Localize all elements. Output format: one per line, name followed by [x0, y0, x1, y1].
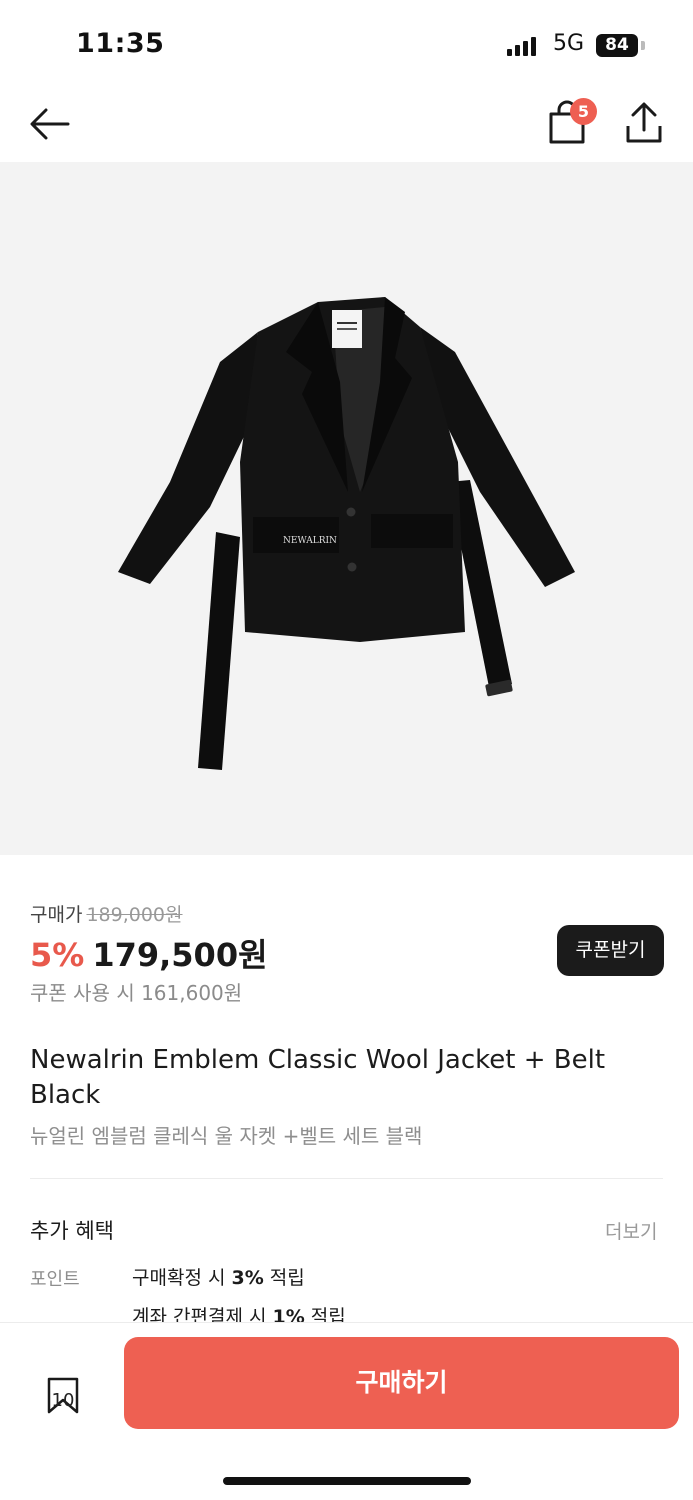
point-label: 포인트	[30, 1269, 80, 1290]
price-label: 구매가	[30, 904, 83, 926]
back-button[interactable]	[28, 102, 72, 146]
jacket-image: NEWALRIN	[118, 297, 575, 770]
price-label-row: 구매가 189,000원	[30, 900, 183, 927]
product-image[interactable]: NEWALRIN	[0, 162, 693, 855]
network-label: 5G	[553, 31, 585, 56]
product-title: Newalrin Emblem Classic Wool Jacket + Be…	[30, 1045, 606, 1110]
divider	[30, 1178, 663, 1179]
bookmark-count: 10	[51, 1390, 75, 1411]
benefits-more-link[interactable]: 더보기	[605, 1217, 657, 1244]
coupon-price: 쿠폰 사용 시 161,600원	[30, 981, 243, 1005]
benefit-line-confirm-prefix: 구매확정 시	[132, 1267, 232, 1289]
status-bar: 11:35 5G 84	[0, 0, 693, 90]
jacket-emblem-text: NEWALRIN	[283, 536, 337, 546]
buy-button[interactable]: 구매하기	[124, 1337, 679, 1429]
battery-tip	[641, 41, 645, 50]
benefit-line-confirm-rate: 3%	[231, 1267, 264, 1289]
cart-count-badge: 5	[570, 98, 597, 125]
benefit-line-confirm-suffix: 적립	[263, 1267, 305, 1289]
share-button[interactable]	[622, 100, 666, 146]
share-icon	[626, 102, 662, 143]
get-coupon-button[interactable]: 쿠폰받기	[557, 925, 664, 976]
discount-rate: 5%	[30, 936, 85, 974]
home-indicator	[223, 1477, 471, 1485]
status-time: 11:35	[76, 28, 165, 59]
battery-icon: 84	[596, 34, 638, 57]
benefits-title: 추가 혜택	[30, 1219, 114, 1243]
original-price: 189,000원	[86, 904, 183, 926]
nav-bar: 5	[0, 90, 693, 162]
benefit-line-confirm: 구매확정 시 3% 적립	[132, 1263, 305, 1290]
arrow-left-icon	[30, 108, 70, 140]
product-subtitle: 뉴얼린 엠블럼 클레식 울 자켓 +벨트 세트 블랙	[30, 1124, 423, 1148]
signal-icon	[507, 36, 537, 56]
sale-price: 179,500원	[92, 936, 268, 974]
price-row: 5% 179,500원	[30, 930, 268, 976]
